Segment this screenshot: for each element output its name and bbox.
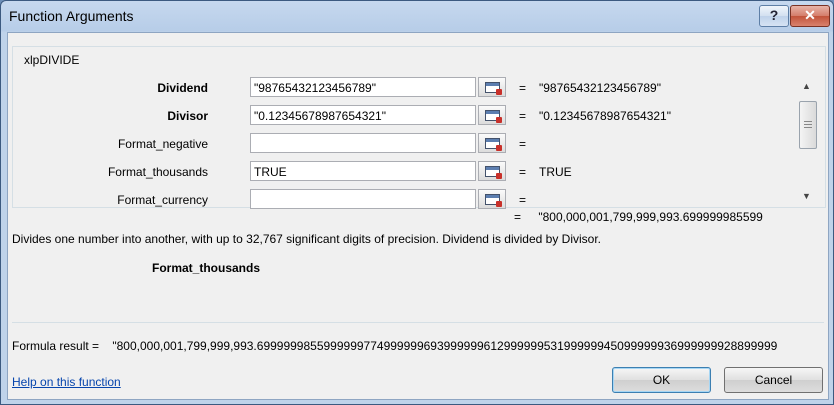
- range-select-icon: [485, 82, 502, 95]
- arg-label-format-currency: Format_currency: [117, 193, 208, 207]
- arg-row-format-thousands: Format_thousands TRUE = TRUE: [13, 161, 793, 183]
- divider: [12, 322, 824, 323]
- collapse-dialog-button-divisor[interactable]: [478, 105, 506, 125]
- range-select-icon: [485, 110, 502, 123]
- formula-result: Formula result = "800,000,001,799,999,99…: [12, 339, 824, 353]
- arg-label-format-negative: Format_negative: [117, 137, 208, 151]
- format-negative-input[interactable]: [250, 133, 476, 153]
- current-argument-name: Format_thousands: [152, 261, 261, 275]
- arg-label-format-thousands: Format_thousands: [107, 165, 208, 179]
- arg-value-divisor: "0.12345678987654321": [539, 109, 671, 123]
- arg-label-dividend: Dividend: [157, 81, 208, 95]
- arg-row-format-currency: Format_currency =: [13, 189, 793, 211]
- range-select-icon: [485, 194, 502, 207]
- divisor-input[interactable]: "0.12345678987654321": [250, 105, 476, 125]
- arg-value-format-thousands: TRUE: [539, 165, 572, 179]
- function-result-value: "800,000,001,799,999,993.699999985599: [538, 210, 763, 224]
- ok-button[interactable]: OK: [612, 367, 711, 393]
- arg-label-divisor: Divisor: [167, 109, 208, 123]
- collapse-dialog-button-format-thousands[interactable]: [478, 161, 506, 181]
- scroll-up-icon[interactable]: ▲: [802, 81, 811, 91]
- close-icon[interactable]: ✕: [790, 5, 830, 27]
- equals-sign: =: [519, 193, 527, 207]
- help-on-function-link[interactable]: Help on this function: [12, 375, 121, 389]
- collapse-dialog-button-format-currency[interactable]: [478, 189, 506, 209]
- cancel-button[interactable]: Cancel: [724, 367, 823, 393]
- dialog-title: Function Arguments: [9, 8, 134, 24]
- equals-sign: =: [519, 165, 527, 179]
- equals-sign: =: [519, 109, 527, 123]
- range-select-icon: [485, 138, 502, 151]
- collapse-dialog-button-dividend[interactable]: [478, 77, 506, 97]
- arg-row-format-negative: Format_negative =: [13, 133, 793, 155]
- formula-result-value: "800,000,001,799,999,993.699999985599999…: [112, 339, 778, 353]
- collapse-dialog-button-format-negative[interactable]: [478, 133, 506, 153]
- format-thousands-input[interactable]: TRUE: [250, 161, 476, 181]
- function-result: = "800,000,001,799,999,993.699999985599: [514, 210, 763, 224]
- function-name-label: xlpDIVIDE: [22, 53, 82, 67]
- arg-row-dividend: Dividend "98765432123456789" = "98765432…: [13, 77, 793, 99]
- dividend-input[interactable]: "98765432123456789": [250, 77, 476, 97]
- equals-sign: =: [519, 137, 527, 151]
- help-icon[interactable]: ?: [759, 5, 789, 27]
- equals-sign: =: [514, 210, 522, 224]
- equals-sign: =: [519, 81, 527, 95]
- dialog-body: xlpDIVIDE Dividend "98765432123456789" =…: [7, 32, 829, 400]
- range-select-icon: [485, 166, 502, 179]
- arg-value-dividend: "98765432123456789": [539, 81, 661, 95]
- formula-result-label: Formula result =: [12, 339, 100, 353]
- format-currency-input[interactable]: [250, 189, 476, 209]
- function-description: Divides one number into another, with up…: [12, 232, 601, 246]
- function-arguments-dialog: Function Arguments ? ✕ xlpDIVIDE Dividen…: [0, 0, 834, 405]
- title-bar[interactable]: Function Arguments ? ✕: [1, 1, 833, 32]
- arguments-scrollbar[interactable]: ▲ ▼: [799, 81, 817, 205]
- scroll-down-icon[interactable]: ▼: [802, 191, 811, 201]
- arg-row-divisor: Divisor "0.12345678987654321" = "0.12345…: [13, 105, 793, 127]
- arguments-group: xlpDIVIDE Dividend "98765432123456789" =…: [12, 46, 826, 211]
- scrollbar-thumb[interactable]: [799, 101, 817, 149]
